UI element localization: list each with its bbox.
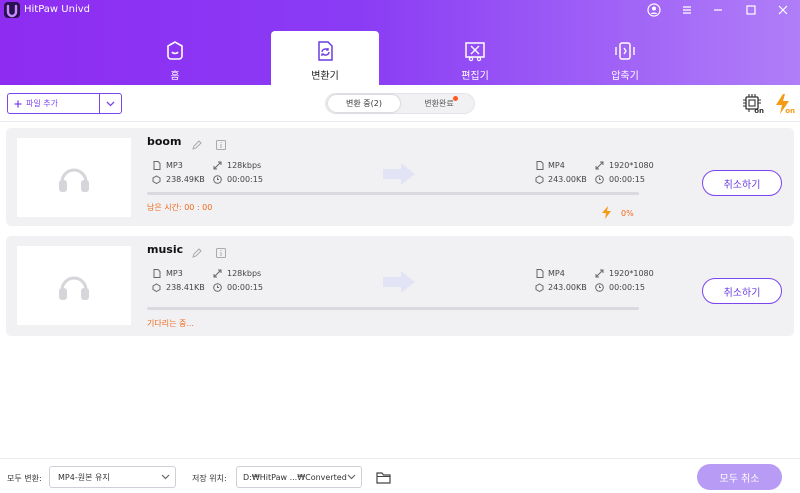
tab-converter-label: 변환기 bbox=[311, 71, 339, 82]
file-item: boom MP3 238.49KB 128kbps 00:00:15 MP4 2… bbox=[6, 128, 794, 226]
target-format: MP4 bbox=[548, 269, 565, 278]
segment-converting[interactable]: 변환 중(2) bbox=[328, 95, 400, 112]
converter-icon bbox=[314, 40, 336, 65]
info-icon[interactable] bbox=[215, 139, 227, 151]
source-format: MP3 bbox=[166, 161, 183, 170]
conversion-status-toggle: 변환 중(2) 변환완료 bbox=[325, 93, 475, 114]
tab-converter[interactable]: 변환기 bbox=[271, 31, 379, 85]
waiting-status: 기다리는 중... bbox=[147, 319, 194, 328]
file-format-icon bbox=[535, 161, 544, 170]
tab-compressor-label: 압축기 bbox=[611, 71, 639, 82]
menu-icon[interactable] bbox=[679, 2, 695, 18]
file-size-icon bbox=[152, 283, 161, 292]
clock-icon bbox=[213, 283, 222, 292]
clock-icon bbox=[213, 175, 222, 184]
chevron-down-icon bbox=[161, 473, 170, 482]
tab-editor[interactable]: 편집기 bbox=[421, 31, 529, 85]
tab-home[interactable]: 홈 bbox=[121, 31, 229, 85]
turbo-on-icon[interactable]: on bbox=[771, 93, 795, 115]
convert-all-format-select[interactable]: MP4-원본 유지 bbox=[49, 466, 176, 488]
title-bar: HitPaw Univd 홈 변환기 편집기 압축기 bbox=[0, 0, 800, 85]
cancel-button[interactable]: 취소하기 bbox=[702, 170, 782, 196]
save-location-select[interactable]: D:₩HitPaw ...₩Converted bbox=[236, 466, 362, 488]
plus-icon bbox=[14, 100, 22, 108]
app-title: HitPaw Univd bbox=[24, 4, 90, 15]
convert-arrow-icon bbox=[383, 163, 415, 189]
file-format-icon bbox=[152, 269, 161, 278]
file-name: boom bbox=[147, 135, 182, 148]
close-icon[interactable] bbox=[775, 2, 791, 18]
target-duration: 00:00:15 bbox=[609, 175, 645, 184]
convert-arrow-icon bbox=[383, 271, 415, 297]
edit-name-icon[interactable] bbox=[191, 247, 203, 259]
cancel-button[interactable]: 취소하기 bbox=[702, 278, 782, 304]
add-file-button[interactable]: 파일 추가 bbox=[7, 93, 122, 114]
headphones-icon bbox=[56, 162, 92, 194]
source-size: 238.49KB bbox=[166, 175, 205, 184]
compressor-icon bbox=[613, 40, 637, 65]
file-size-icon bbox=[535, 175, 544, 184]
remaining-time: 남은 시간: 00 : 00 bbox=[147, 203, 213, 212]
convert-all-label: 모두 변환: bbox=[7, 474, 42, 483]
save-location-label: 저장 위치: bbox=[192, 474, 227, 483]
thumbnail bbox=[17, 246, 131, 325]
resolution-icon bbox=[595, 161, 604, 170]
target-resolution: 1920*1080 bbox=[609, 269, 654, 278]
progress-bar bbox=[147, 192, 639, 195]
target-size: 243.00KB bbox=[548, 283, 587, 292]
gpu-accel-on-icon[interactable]: on bbox=[742, 93, 764, 115]
progress-bar bbox=[147, 307, 639, 310]
turbo-on-badge: on bbox=[785, 107, 795, 115]
source-duration: 00:00:15 bbox=[227, 283, 263, 292]
add-file-main[interactable]: 파일 추가 bbox=[8, 94, 100, 113]
notification-dot bbox=[453, 96, 458, 101]
source-format: MP3 bbox=[166, 269, 183, 278]
source-duration: 00:00:15 bbox=[227, 175, 263, 184]
segment-converted[interactable]: 변환완료 bbox=[404, 95, 474, 112]
app-logo bbox=[4, 2, 20, 18]
target-size: 243.00KB bbox=[548, 175, 587, 184]
info-icon[interactable] bbox=[215, 247, 227, 259]
tab-editor-label: 편집기 bbox=[461, 71, 489, 82]
chevron-down-icon bbox=[106, 101, 115, 107]
save-location-value: D:₩HitPaw ...₩Converted bbox=[243, 472, 347, 482]
add-file-label: 파일 추가 bbox=[26, 99, 58, 108]
target-duration: 00:00:15 bbox=[609, 283, 645, 292]
gpu-on-badge: on bbox=[754, 107, 764, 115]
source-size: 238.41KB bbox=[166, 283, 205, 292]
progress-percent: 0% bbox=[621, 209, 634, 218]
turbo-icon bbox=[600, 205, 614, 219]
chevron-down-icon bbox=[347, 473, 356, 482]
bitrate-icon bbox=[213, 269, 222, 278]
file-name: music bbox=[147, 243, 184, 256]
edit-name-icon[interactable] bbox=[191, 139, 203, 151]
tab-home-label: 홈 bbox=[170, 71, 180, 82]
headphones-icon bbox=[56, 270, 92, 302]
clock-icon bbox=[595, 175, 604, 184]
source-bitrate: 128kbps bbox=[227, 161, 262, 170]
file-size-icon bbox=[152, 175, 161, 184]
target-resolution: 1920*1080 bbox=[609, 161, 654, 170]
editor-icon bbox=[463, 40, 487, 65]
clock-icon bbox=[595, 283, 604, 292]
minimize-icon[interactable] bbox=[710, 2, 726, 18]
file-format-icon bbox=[535, 269, 544, 278]
file-size-icon bbox=[535, 283, 544, 292]
open-folder-icon[interactable] bbox=[374, 468, 392, 486]
resolution-icon bbox=[595, 269, 604, 278]
maximize-icon[interactable] bbox=[743, 2, 759, 18]
file-item: music MP3 238.41KB 128kbps 00:00:15 MP4 … bbox=[6, 236, 794, 336]
home-icon bbox=[164, 40, 186, 65]
target-format: MP4 bbox=[548, 161, 565, 170]
bitrate-icon bbox=[213, 161, 222, 170]
account-icon[interactable] bbox=[646, 2, 662, 18]
cancel-all-button[interactable]: 모두 취소 bbox=[697, 464, 782, 490]
source-bitrate: 128kbps bbox=[227, 269, 262, 278]
convert-all-format-value: MP4-원본 유지 bbox=[58, 472, 110, 482]
add-file-dropdown[interactable] bbox=[100, 94, 121, 113]
file-format-icon bbox=[152, 161, 161, 170]
tab-compressor[interactable]: 압축기 bbox=[571, 31, 679, 85]
thumbnail bbox=[17, 138, 131, 217]
